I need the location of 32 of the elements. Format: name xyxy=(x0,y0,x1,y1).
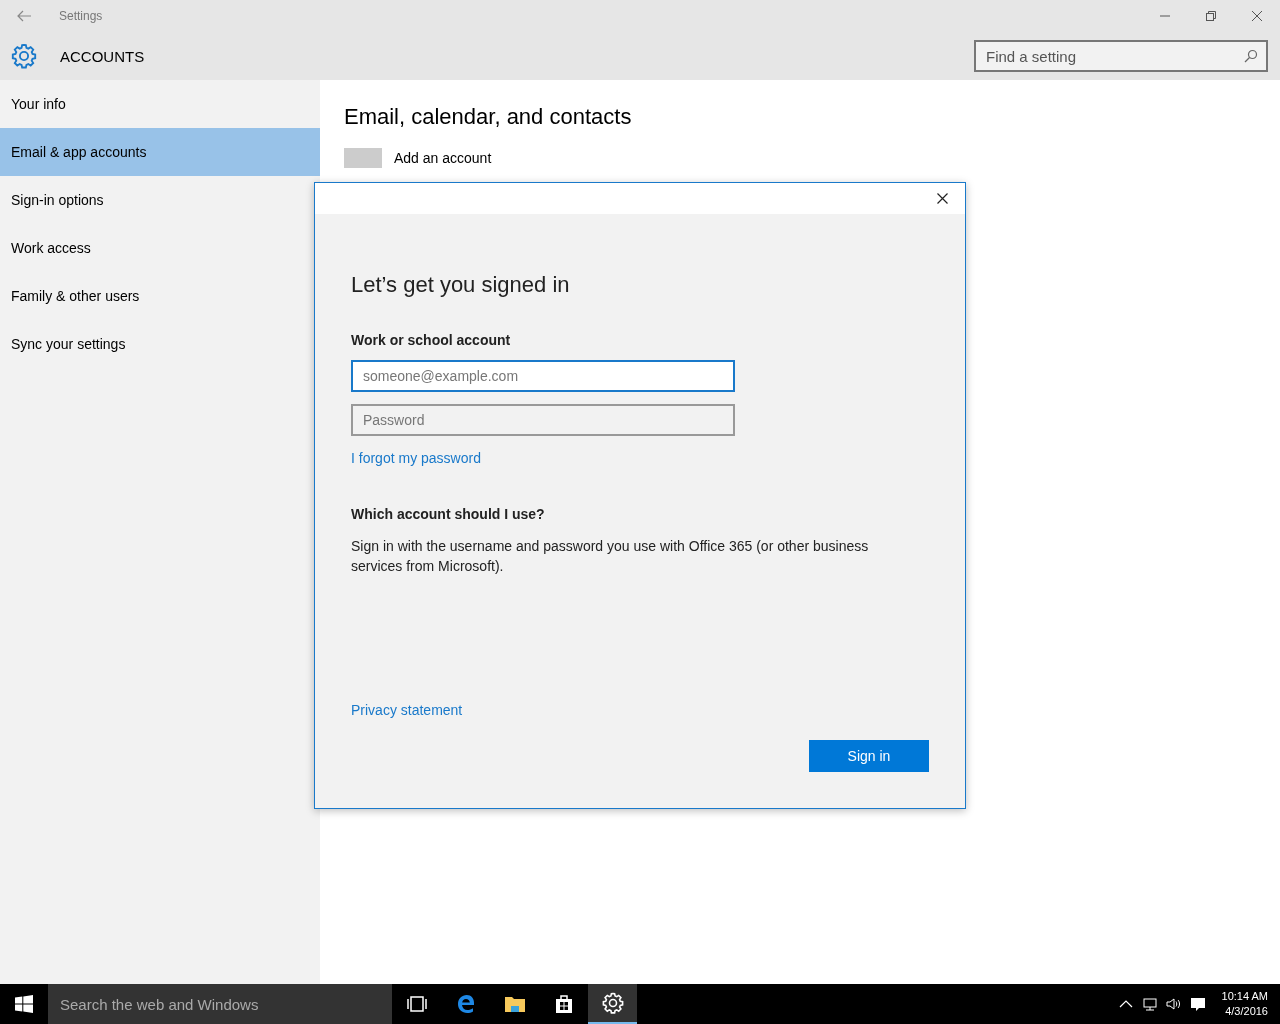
sign-in-button[interactable]: Sign in xyxy=(809,740,929,772)
section-heading: Email, calendar, and contacts xyxy=(344,104,633,130)
field-label: Work or school account xyxy=(351,332,512,348)
plus-tile-icon[interactable] xyxy=(344,148,382,168)
back-arrow-icon[interactable] xyxy=(16,8,32,24)
sidebar-item[interactable]: Your info xyxy=(0,80,320,128)
network-icon[interactable] xyxy=(1141,996,1158,1012)
windows-logo-icon xyxy=(15,995,33,1013)
forgot-password-link[interactable]: I forgot my password xyxy=(351,450,481,466)
taskbar-app-button[interactable] xyxy=(588,984,637,1024)
search-field[interactable]: Find a setting xyxy=(974,40,1268,72)
page-title: ACCOUNTS xyxy=(60,47,146,65)
settings-icon xyxy=(10,42,38,70)
close-icon xyxy=(936,193,948,204)
notification-icon[interactable] xyxy=(1189,996,1206,1012)
help-heading: Which account should I use? xyxy=(351,506,546,522)
help-text: Sign in with the username and password you use with Office 365 (or other business services from Microsoft). xyxy=(351,537,870,576)
speaker-icon[interactable] xyxy=(1165,996,1182,1012)
add-account-link[interactable]: Add an account xyxy=(394,150,492,166)
restore-icon xyxy=(1205,10,1217,22)
dialog-title: Let’s get you signed in xyxy=(351,272,571,298)
taskbar-search-field[interactable]: Search the web and Windows xyxy=(48,984,392,1024)
clock-date: 4/3/2016 xyxy=(1225,1004,1268,1019)
close-icon xyxy=(1251,10,1263,22)
settings-icon xyxy=(600,991,625,1015)
clock-time: 10:14 AM xyxy=(1221,989,1268,1004)
password-field[interactable]: Password xyxy=(351,404,735,436)
window-title: Settings xyxy=(59,9,104,23)
email-field[interactable]: someone@example.com xyxy=(351,360,735,392)
privacy-link[interactable]: Privacy statement xyxy=(351,702,463,718)
search-icon xyxy=(1244,49,1258,63)
sidebar-item[interactable]: Email & app accounts xyxy=(0,128,320,176)
